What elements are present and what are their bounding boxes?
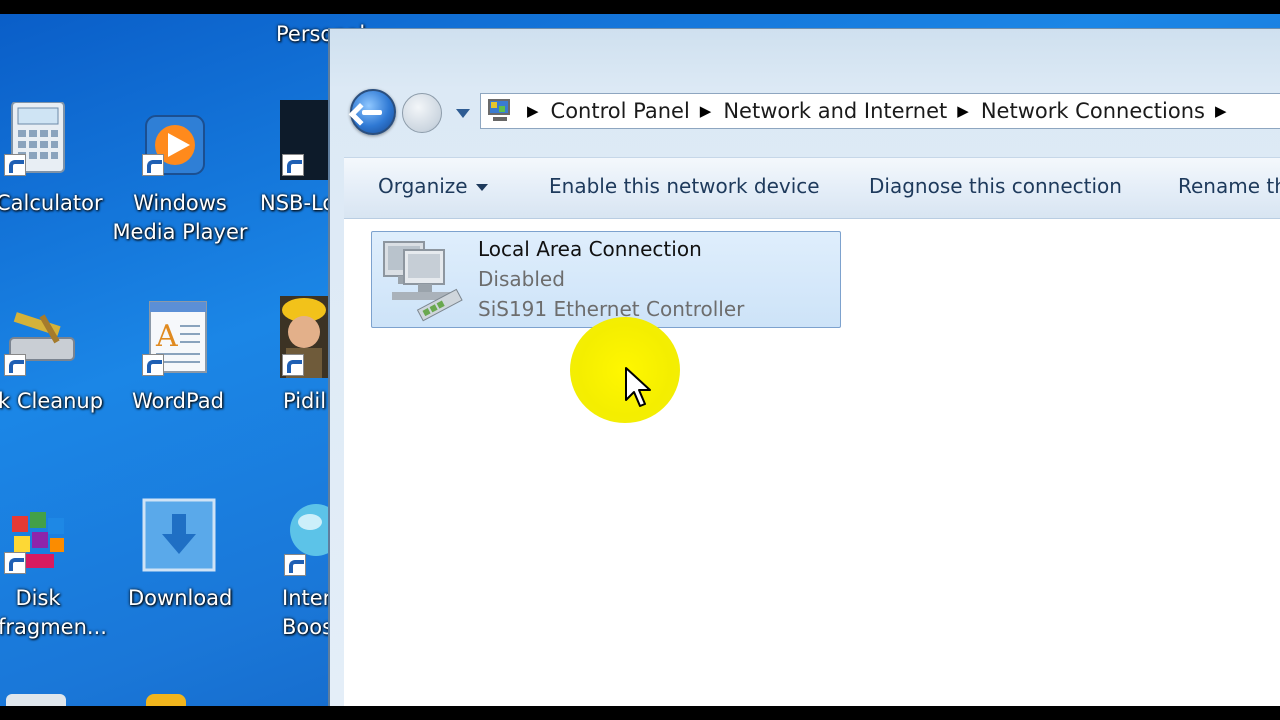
desktop-icon-label-nsb[interactable]: NSB-Lo [260,189,335,218]
control-panel-icon [485,97,517,125]
connection-device: SiS191 Ethernet Controller [478,297,745,321]
letterbox-top [0,0,1280,14]
back-button[interactable] [350,89,396,135]
shortcut-arrow-icon [4,354,26,376]
organize-button[interactable]: Organize [378,174,488,198]
desktop-icon-label-disk-cleanup[interactable]: k Cleanup [0,387,103,416]
connections-list: Local Area Connection Disabled SiS191 Et… [344,219,1280,720]
letterbox-bottom [0,706,1280,720]
breadcrumb-network-and-internet[interactable]: Network and Internet [723,99,947,123]
shortcut-arrow-icon [142,154,164,176]
recent-pages-dropdown-icon[interactable] [456,109,470,118]
shortcut-arrow-icon [4,154,26,176]
breadcrumb-network-connections[interactable]: Network Connections [981,99,1205,123]
forward-button[interactable] [402,93,442,133]
address-bar[interactable]: ▶ Control Panel ▶ Network and Internet ▶… [480,93,1280,129]
connection-status: Disabled [478,267,565,291]
partial-desktop-icon [6,694,66,706]
desktop-icon-label-media-player[interactable]: Windows Media Player [112,189,248,247]
breadcrumb-separator-icon[interactable]: ▶ [957,102,969,120]
desktop-icon-label-wordpad[interactable]: WordPad [132,387,224,416]
breadcrumb-separator-icon[interactable]: ▶ [1215,102,1227,120]
partial-desktop-icon [146,694,186,706]
command-bar: Organize Enable this network device Diag… [344,157,1280,219]
network-connections-window: ▶ Control Panel ▶ Network and Internet ▶… [328,28,1280,720]
svg-text:A: A [155,319,178,354]
desktop-icon-label-internet-booster[interactable]: Inter Boos [282,584,333,642]
breadcrumb-control-panel[interactable]: Control Panel [551,99,690,123]
list-item-local-area-connection[interactable]: Local Area Connection Disabled SiS191 Et… [371,231,841,328]
shortcut-arrow-icon [4,552,26,574]
connection-name: Local Area Connection [478,237,702,261]
desktop-icon-label-pidil[interactable]: Pidil [283,387,326,416]
breadcrumb-separator-icon[interactable]: ▶ [700,102,712,120]
diagnose-connection-button[interactable]: Diagnose this connection [869,174,1122,198]
enable-network-device-button[interactable]: Enable this network device [549,174,820,198]
desktop-icon-label-defrag[interactable]: Disk fragmen... [0,584,107,642]
desktop-icon-label-calculator[interactable]: Calculator [0,189,103,218]
chevron-down-icon [475,184,488,191]
network-adapter-icon [378,236,470,324]
breadcrumb-separator-icon[interactable]: ▶ [527,102,539,120]
download-folder-icon[interactable] [142,498,216,574]
navigation-bar: ▶ Control Panel ▶ Network and Internet ▶… [346,87,1280,137]
shortcut-arrow-icon [284,554,306,576]
rename-connection-button[interactable]: Rename th [1178,174,1280,198]
shortcut-arrow-icon [142,354,164,376]
desktop-icon-label-download[interactable]: Download [128,584,232,613]
shortcut-arrow-icon [282,354,304,376]
shortcut-arrow-icon [282,154,304,176]
mouse-pointer-icon [625,367,651,407]
